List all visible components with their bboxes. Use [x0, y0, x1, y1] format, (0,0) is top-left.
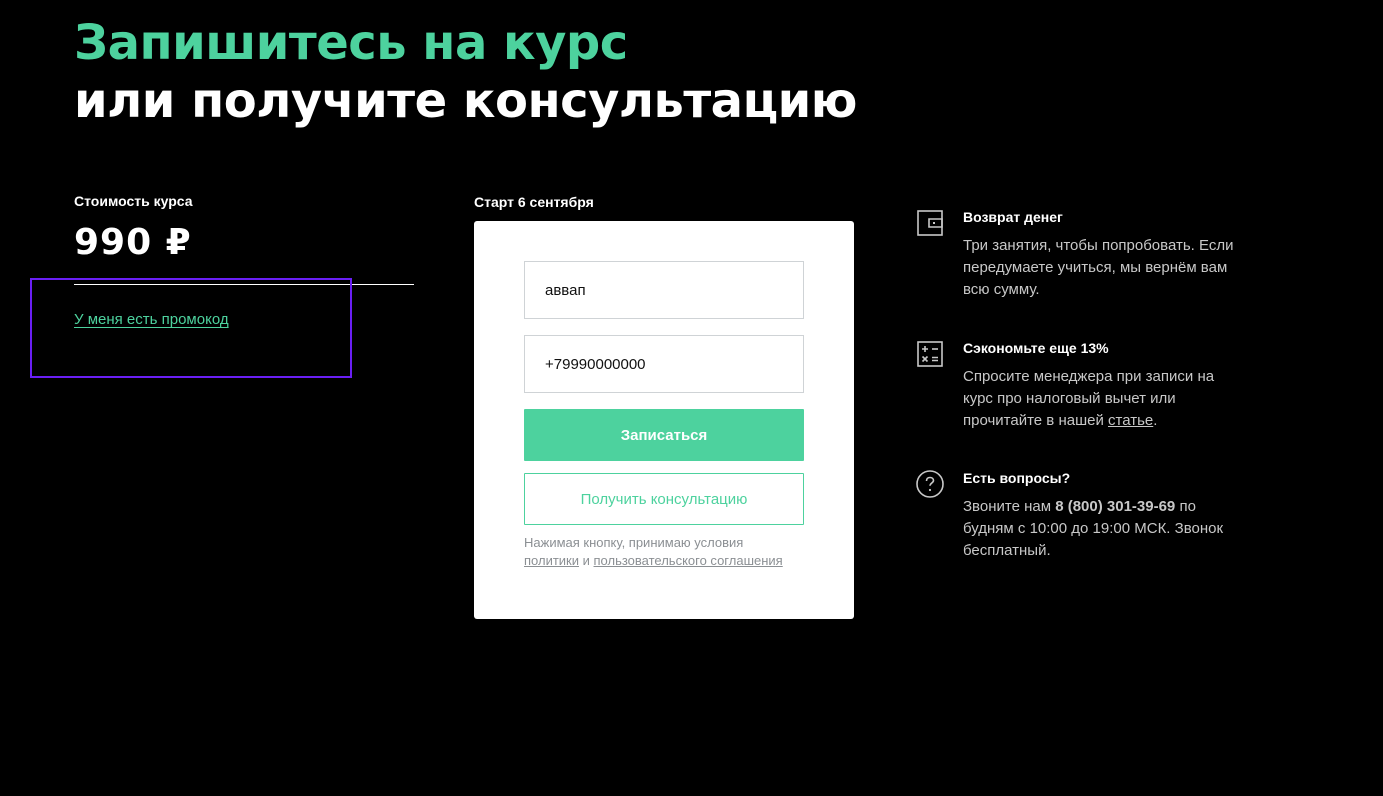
benefit-title: Возврат денег	[963, 209, 1063, 225]
benefit-text: Спросите менеджера при записи на курс пр…	[963, 366, 1243, 432]
question-icon	[915, 469, 945, 499]
consent-text: Нажимая кнопку, принимаю условия политик…	[524, 534, 804, 570]
benefit-title: Сэкономьте еще 13%	[963, 340, 1109, 356]
user-agreement-link[interactable]: пользовательского соглашения	[594, 553, 783, 568]
promo-highlight-box	[30, 278, 352, 378]
wallet-icon	[915, 208, 945, 238]
price-label: Стоимость курса	[74, 193, 193, 209]
name-input[interactable]	[524, 261, 804, 319]
get-consultation-button[interactable]: Получить консультацию	[524, 473, 804, 525]
consent-and: и	[582, 553, 590, 568]
heading-line-2: или получите консультацию	[74, 73, 857, 129]
heading-line-1: Запишитесь на курс	[74, 15, 628, 71]
benefit-title: Есть вопросы?	[963, 470, 1071, 486]
consent-prefix: Нажимая кнопку, принимаю условия	[524, 535, 744, 550]
price-value: 990 ₽	[74, 222, 192, 263]
benefit-text: Три занятия, чтобы попробовать. Если пер…	[963, 237, 1234, 298]
article-link[interactable]: статье	[1108, 412, 1153, 429]
page-heading: Запишитесь на курс или получите консульт…	[74, 14, 857, 130]
enroll-button[interactable]: Записаться	[524, 409, 804, 461]
course-start-label: Старт 6 сентября	[474, 194, 594, 210]
price-section: Стоимость курса 990 ₽ У меня есть промок…	[74, 192, 414, 328]
benefit-text-after: .	[1153, 412, 1158, 429]
policy-link[interactable]: политики	[524, 553, 579, 568]
support-phone[interactable]: 8 (800) 301-39-69	[1055, 498, 1175, 515]
phone-input[interactable]	[524, 335, 804, 393]
calculator-icon	[915, 339, 945, 369]
benefit-text-before: Спросите менеджера при записи на курс пр…	[963, 368, 1215, 429]
benefit-text-before: Звоните нам	[963, 498, 1052, 515]
benefit-text: Звоните нам 8 (800) 301-39-69 по будням …	[963, 496, 1243, 562]
signup-form: Записаться Получить консультацию Нажимая…	[474, 221, 854, 619]
